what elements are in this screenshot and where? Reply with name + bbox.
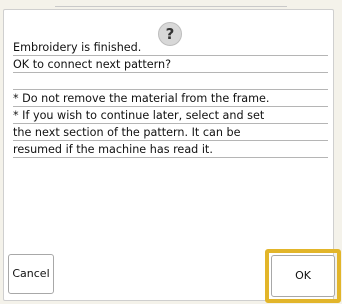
message-line-6: the next section of the pattern. It can … — [13, 126, 241, 139]
message-line-3 — [13, 74, 328, 90]
cancel-button[interactable]: Cancel — [8, 254, 54, 294]
message-line-1: Embroidery is finished. — [13, 41, 142, 54]
message-rule-6 — [13, 140, 328, 141]
message-rule-3 — [13, 89, 328, 90]
message-rule-5 — [13, 123, 328, 124]
message-line-7: resumed if the machine has read it. — [13, 143, 213, 156]
message-rule-7 — [13, 157, 328, 158]
message-line-5: * If you wish to continue later, select … — [13, 109, 265, 122]
ok-button[interactable]: OK — [271, 255, 335, 297]
screen: ? Embroidery is finished. OK to connect … — [0, 0, 342, 304]
top-panel-edge — [55, 0, 287, 7]
message-rule-2 — [13, 72, 328, 73]
message-line-2: OK to connect next pattern? — [13, 58, 172, 71]
message-line-4: * Do not remove the material from the fr… — [13, 92, 270, 105]
message-rule-1 — [13, 55, 328, 56]
message-rule-4 — [13, 106, 328, 107]
